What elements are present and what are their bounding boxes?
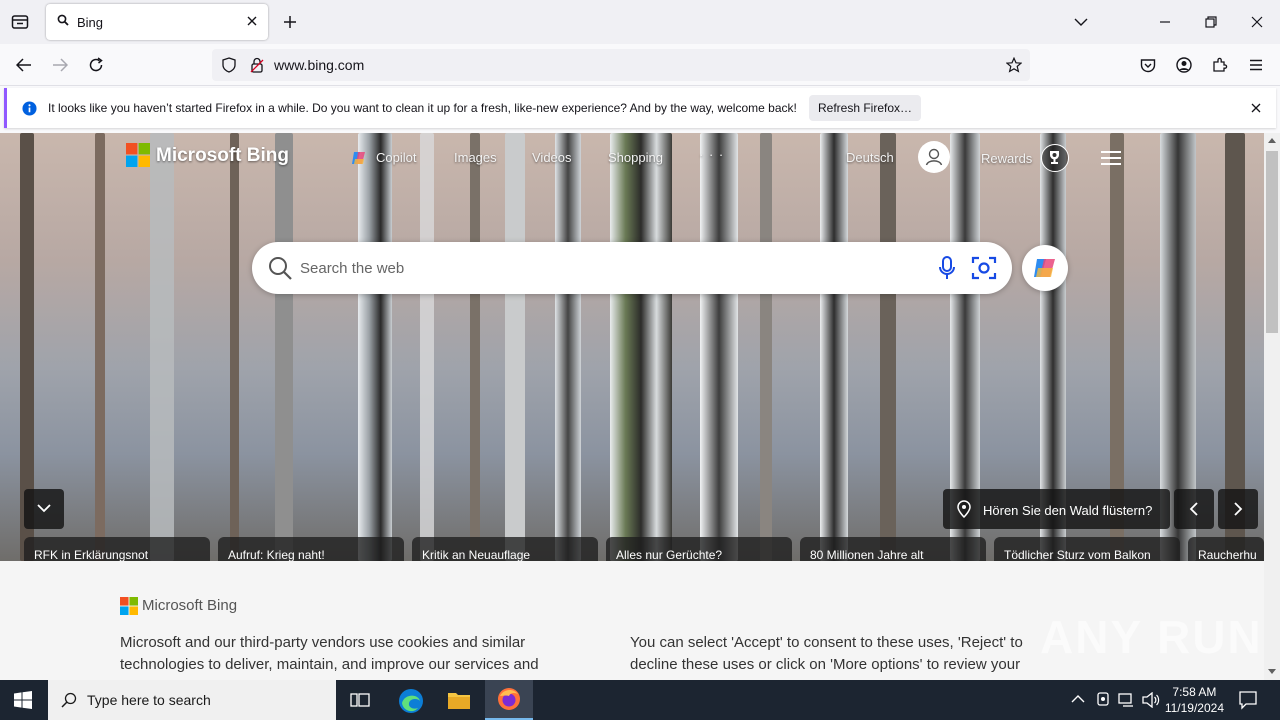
- app-menu-icon[interactable]: [1246, 55, 1266, 75]
- bookmark-star-icon[interactable]: [1004, 55, 1024, 75]
- extensions-icon[interactable]: [1210, 55, 1230, 75]
- new-tab-icon[interactable]: [280, 12, 300, 32]
- url-text: www.bing.com: [274, 57, 365, 73]
- clock-time: 7:58 AM: [1172, 685, 1217, 699]
- network-icon[interactable]: [1118, 692, 1136, 708]
- taskbar-search-box[interactable]: Type here to search: [48, 680, 336, 720]
- taskbar-search-placeholder: Type here to search: [87, 692, 211, 708]
- reload-icon[interactable]: [86, 55, 106, 75]
- search-icon: [61, 692, 77, 708]
- system-clock[interactable]: 7:58 AM 11/19/2024: [1165, 684, 1224, 716]
- visual-search-icon[interactable]: [971, 255, 997, 281]
- news-item[interactable]: Tödlicher Sturz vom Balkon: [994, 537, 1180, 561]
- scroll-up-icon[interactable]: [1268, 137, 1276, 143]
- info-icon: [21, 100, 37, 116]
- search-icon: [57, 14, 69, 26]
- image-info-button[interactable]: Hören Sie den Wald flüstern?: [943, 489, 1170, 529]
- search-input[interactable]: [300, 254, 900, 282]
- copilot-icon: [1032, 255, 1058, 281]
- copilot-button[interactable]: [1022, 245, 1068, 291]
- rewards-trophy-icon[interactable]: [1041, 144, 1069, 172]
- search-icon: [268, 256, 292, 280]
- notifications-icon[interactable]: [1238, 690, 1258, 710]
- scroll-down-icon[interactable]: [1268, 669, 1276, 675]
- list-tabs-icon[interactable]: [1071, 12, 1091, 32]
- task-view-icon[interactable]: [350, 691, 370, 709]
- minimize-icon[interactable]: [1155, 12, 1175, 32]
- microphone-icon[interactable]: [938, 255, 956, 281]
- page-scrollbar[interactable]: [1264, 133, 1280, 680]
- file-explorer-icon[interactable]: [447, 689, 471, 711]
- nav-copilot[interactable]: Copilot: [376, 150, 416, 165]
- pocket-icon[interactable]: [1138, 55, 1158, 75]
- news-item[interactable]: Kritik an Neuauflage: [412, 537, 598, 561]
- news-item[interactable]: Aufruf: Krieg naht!: [218, 537, 404, 561]
- nav-videos[interactable]: Videos: [532, 150, 572, 165]
- notification-message: It looks like you haven’t started Firefo…: [48, 101, 797, 115]
- account-icon[interactable]: [1174, 55, 1194, 75]
- firefox-view-icon[interactable]: [10, 12, 30, 32]
- firefox-taskbar-button[interactable]: [485, 680, 533, 720]
- close-notification-icon[interactable]: [1248, 100, 1264, 116]
- microsoft-logo-icon: [126, 143, 150, 167]
- nav-more[interactable]: · · ·: [699, 147, 724, 162]
- clock-date: 11/19/2024: [1164, 701, 1224, 715]
- background-image: Microsoft Bing Copilot Images Videos Sho…: [0, 133, 1264, 561]
- meet-now-icon[interactable]: [1095, 691, 1111, 709]
- news-item[interactable]: Raucherhu: [1188, 537, 1264, 561]
- bing-logo-text[interactable]: Microsoft Bing: [156, 145, 289, 167]
- previous-image-button[interactable]: [1174, 489, 1214, 529]
- rewards-label[interactable]: Rewards: [981, 151, 1032, 166]
- back-icon[interactable]: [14, 55, 34, 75]
- firefox-icon: [497, 687, 521, 711]
- news-item[interactable]: RFK in Erklärungsnot: [24, 537, 210, 561]
- location-pin-icon: [957, 500, 971, 518]
- taskbar: Type here to search 7:58 AM 11/19/2024: [0, 680, 1280, 720]
- notification-bar: It looks like you haven’t started Firefo…: [4, 88, 1276, 128]
- image-caption: Hören Sie den Wald flüstern?: [983, 503, 1153, 518]
- hamburger-menu-icon[interactable]: [1100, 150, 1122, 166]
- next-image-button[interactable]: [1218, 489, 1258, 529]
- language-link[interactable]: Deutsch: [846, 150, 894, 165]
- refresh-firefox-button[interactable]: Refresh Firefox…: [809, 95, 921, 121]
- nav-shopping[interactable]: Shopping: [608, 150, 663, 165]
- address-bar[interactable]: www.bing.com: [212, 49, 1030, 81]
- close-window-icon[interactable]: [1247, 12, 1267, 32]
- tracking-protection-icon[interactable]: [220, 56, 238, 74]
- tab-title: Bing: [77, 15, 104, 30]
- close-tab-icon[interactable]: [244, 13, 260, 29]
- show-hidden-icons-icon[interactable]: [1071, 694, 1085, 703]
- edge-icon[interactable]: [398, 688, 424, 714]
- search-box[interactable]: [252, 242, 1012, 294]
- chevron-left-icon: [1189, 502, 1198, 516]
- restore-icon[interactable]: [1201, 12, 1221, 32]
- volume-icon[interactable]: [1142, 692, 1160, 708]
- microsoft-logo-icon: [120, 597, 138, 615]
- chevron-down-icon: [37, 504, 51, 513]
- nav-images[interactable]: Images: [454, 150, 497, 165]
- expand-feed-button[interactable]: [24, 489, 64, 529]
- forward-icon[interactable]: [50, 55, 70, 75]
- scroll-thumb[interactable]: [1266, 151, 1278, 333]
- consent-logo-text: Microsoft Bing: [142, 597, 238, 614]
- news-item[interactable]: Alles nur Gerüchte?: [606, 537, 792, 561]
- web-page: Microsoft Bing Copilot Images Videos Sho…: [0, 133, 1264, 680]
- watermark-logo: ANY RUN: [1040, 611, 1263, 663]
- news-item[interactable]: 80 Millionen Jahre alt: [800, 537, 986, 561]
- insecure-lock-icon[interactable]: [248, 56, 266, 74]
- consent-text-left: Microsoft and our third-party vendors us…: [120, 634, 539, 673]
- tab-strip: Bing: [0, 0, 1280, 44]
- copilot-icon: [351, 150, 367, 166]
- consent-text-right: You can select 'Accept' to consent to th…: [630, 634, 1023, 673]
- windows-start-icon[interactable]: [14, 691, 32, 709]
- tab-bing[interactable]: Bing: [46, 4, 268, 40]
- chevron-right-icon: [1234, 502, 1243, 516]
- sign-in-avatar-icon[interactable]: [918, 141, 950, 173]
